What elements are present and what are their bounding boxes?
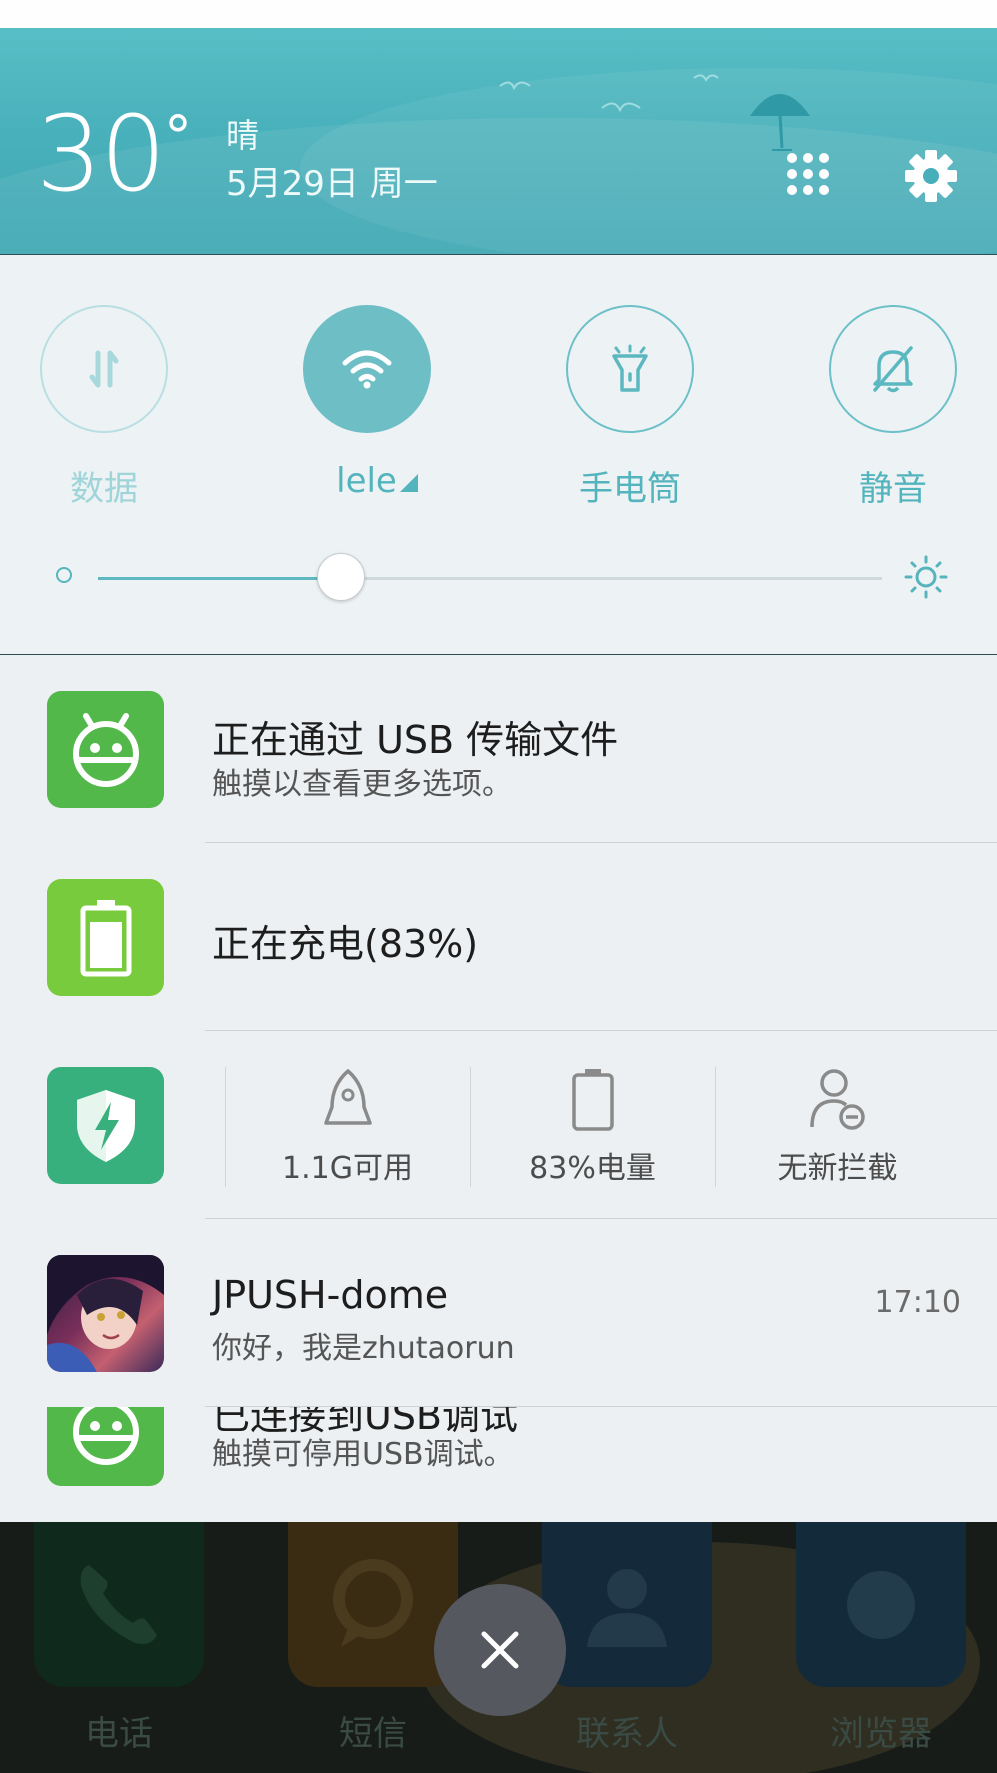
anime-avatar-icon	[47, 1255, 164, 1372]
toggle-label: 静音	[859, 469, 927, 509]
birds-decoration	[499, 74, 719, 113]
phone-icon	[80, 1564, 157, 1644]
notification-security[interactable]: 1.1G可用 83%电量 无新拦截	[0, 1031, 997, 1219]
notification-subtitle: 触摸以查看更多选项。	[212, 767, 512, 802]
dock-label-browser: 浏览器	[830, 1714, 932, 1754]
toggle-label: 手电筒	[579, 469, 681, 509]
status-bar	[0, 0, 997, 28]
notification-list: 正在通过 USB 传输文件 触摸以查看更多选项。 正在充电(83%) 1.1G可…	[0, 654, 997, 1523]
caret-icon	[399, 474, 418, 492]
battery-icon	[80, 899, 131, 976]
toggle-circle	[566, 305, 694, 433]
umbrella-decoration	[750, 94, 810, 151]
grid-icon	[787, 153, 829, 195]
toggle-circle	[303, 305, 431, 433]
flashlight-icon	[612, 344, 648, 392]
person-icon	[587, 1568, 667, 1647]
avatar-art	[47, 1255, 164, 1372]
brightness-low-icon	[56, 567, 72, 583]
dock-app-sms[interactable]	[288, 1522, 458, 1687]
notification-subtitle: 触摸可停用USB调试。	[212, 1437, 514, 1472]
battery-app-icon	[47, 879, 164, 996]
quick-settings-panel: 数据 lele 手电筒 静音	[0, 254, 997, 655]
intercept-label: 无新拦截	[777, 1151, 898, 1186]
close-panel-button[interactable]	[434, 1584, 566, 1716]
memory-status[interactable]: 1.1G可用	[225, 1061, 470, 1186]
notification-usb-debug[interactable]: 已连接到USB调试 触摸可停用USB调试。	[0, 1407, 997, 1523]
weather-condition: 晴	[226, 116, 259, 155]
chat-bubble-icon	[333, 1558, 413, 1647]
notification-usb-transfer[interactable]: 正在通过 USB 传输文件 触摸以查看更多选项。	[0, 655, 997, 843]
planet-icon	[847, 1570, 915, 1639]
notification-charging[interactable]: 正在充电(83%)	[0, 843, 997, 1031]
toggle-data[interactable]: 数据	[0, 255, 180, 509]
dock-app-phone[interactable]	[34, 1522, 204, 1687]
dock-label-contacts: 联系人	[576, 1714, 678, 1754]
toggle-mute[interactable]: 静音	[769, 255, 969, 509]
rocket-icon-wrap	[225, 1061, 470, 1131]
notification-jpush[interactable]: JPUSH-dome 你好，我是zhutaorun 17:10	[0, 1219, 997, 1407]
shield-bolt-icon	[76, 1089, 135, 1162]
brightness-high-icon	[904, 555, 948, 599]
notification-title: 正在通过 USB 传输文件	[212, 718, 619, 762]
android-robot-icon	[72, 1407, 139, 1465]
dock-label-sms: 短信	[339, 1714, 407, 1754]
battery-status[interactable]: 83%电量	[470, 1061, 715, 1186]
battery-outline-icon	[571, 1069, 614, 1131]
notification-title: 正在充电(83%)	[212, 922, 479, 966]
notification-title: JPUSH-dome	[212, 1273, 449, 1317]
toggle-wifi[interactable]: lele	[243, 255, 443, 501]
data-arrows-icon	[89, 350, 119, 388]
brightness-slider[interactable]	[98, 553, 882, 601]
android-robot-icon	[72, 712, 139, 787]
gear-icon	[905, 150, 957, 202]
toggle-label: 数据	[70, 469, 138, 509]
bell-mute-icon	[873, 346, 913, 393]
dock-label-phone: 电话	[85, 1714, 153, 1754]
toggle-circle	[40, 305, 168, 433]
dock-app-contacts[interactable]	[542, 1522, 712, 1687]
brightness-slider-thumb[interactable]	[317, 553, 365, 601]
user-block-icon-wrap	[715, 1061, 960, 1131]
security-app-icon	[47, 1067, 164, 1184]
toggle-circle	[829, 305, 957, 433]
rocket-icon	[323, 1069, 372, 1125]
memory-label: 1.1G可用	[282, 1151, 413, 1186]
temperature-unit: °	[164, 105, 192, 170]
temperature: 30	[36, 93, 166, 215]
user-block-icon	[809, 1069, 865, 1130]
wifi-icon	[342, 350, 392, 389]
battery-label: 83%电量	[529, 1151, 656, 1186]
date-label: 5月29日 周一	[226, 164, 438, 204]
settings-button[interactable]	[898, 146, 964, 206]
notification-subtitle: 你好，我是zhutaorun	[212, 1331, 515, 1366]
wifi-name: lele	[336, 461, 397, 501]
apps-grid-button[interactable]	[782, 148, 834, 200]
android-app-icon	[47, 691, 164, 808]
notification-time: 17:10	[874, 1285, 961, 1320]
toggle-flashlight[interactable]: 手电筒	[506, 255, 706, 509]
battery-outline-icon-wrap	[470, 1061, 715, 1131]
brightness-slider-fill	[98, 577, 341, 580]
close-icon	[481, 1631, 519, 1669]
android-app-icon	[47, 1407, 164, 1486]
intercept-status[interactable]: 无新拦截	[715, 1061, 960, 1186]
toggle-label: lele	[277, 461, 477, 501]
dock-app-browser[interactable]	[796, 1522, 966, 1687]
weather-header[interactable]: 30 ° 晴 5月29日 周一	[0, 28, 997, 254]
